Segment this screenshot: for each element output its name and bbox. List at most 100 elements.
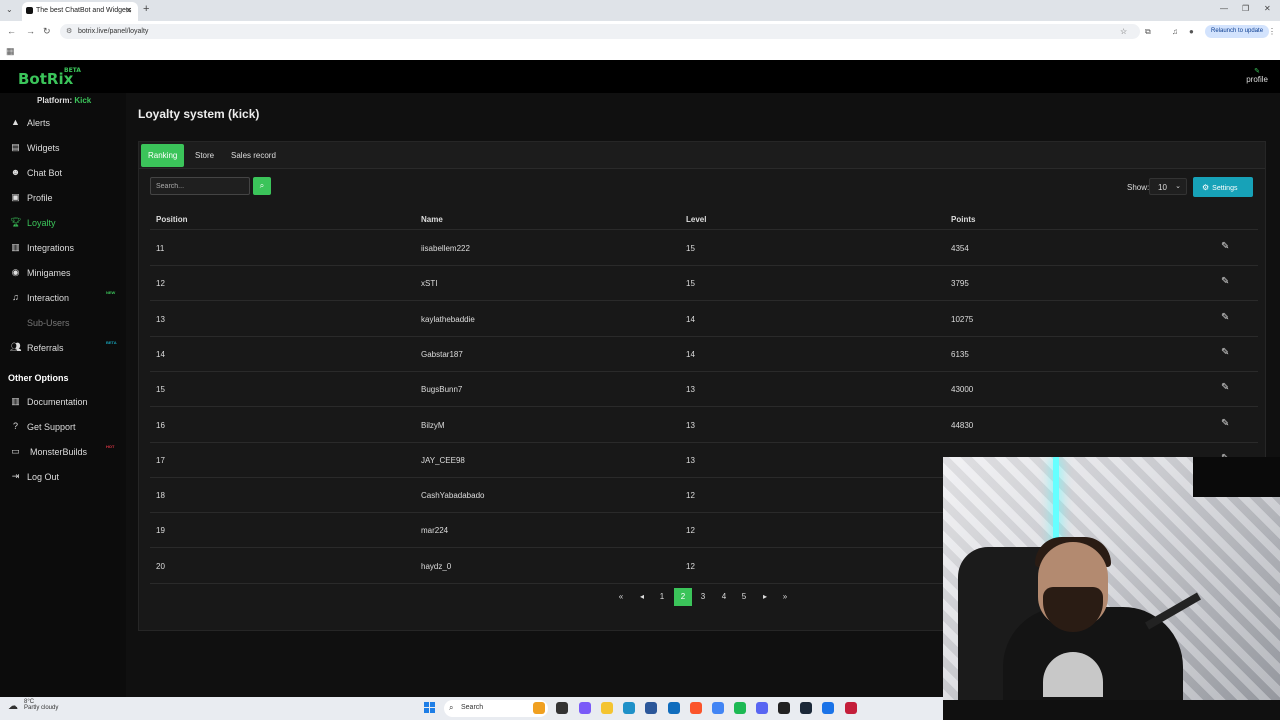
show-label: Show: <box>1127 183 1150 192</box>
settings-label: Settings <box>1212 185 1238 192</box>
cell-position: 12 <box>156 279 165 289</box>
page-5[interactable]: 5 <box>735 588 753 606</box>
browser-menu-icon[interactable]: ⋮ <box>1268 27 1276 36</box>
edit-pencil-icon[interactable]: ✎ <box>1221 347 1229 358</box>
start-icon[interactable] <box>424 702 436 714</box>
edit-pencil-icon[interactable]: ✎ <box>1221 276 1229 287</box>
obs-icon[interactable] <box>778 702 790 714</box>
app-icon[interactable] <box>822 702 834 714</box>
platform-label: Platform: <box>37 96 73 105</box>
cell-name: mar224 <box>421 526 449 536</box>
close-tab-icon[interactable]: ✕ <box>125 6 132 15</box>
sidebar-item-label: Log Out <box>27 472 60 482</box>
chevron-down-icon: ⌄ <box>1175 183 1181 190</box>
col-name[interactable]: Name <box>421 215 443 224</box>
tab-search-icon[interactable]: ⌄ <box>6 5 13 14</box>
forward-icon[interactable]: → <box>26 26 35 36</box>
sidebar-item-log-out[interactable]: ⇥ Log Out <box>0 469 126 487</box>
sidebar-item-sub-users[interactable]: Sub-Users <box>0 315 126 333</box>
cell-name: iisabellem222 <box>421 244 470 253</box>
sidebar-item-chat-bot[interactable]: ☻ Chat Bot <box>0 165 126 183</box>
first-page-icon[interactable]: « <box>612 588 630 606</box>
other-options-heading: Other Options <box>8 373 69 383</box>
page-size-select[interactable]: 10 ⌄ <box>1149 178 1187 195</box>
edit-pencil-icon[interactable]: ✎ <box>1221 241 1229 252</box>
cell-position: 14 <box>156 349 165 359</box>
page-2[interactable]: 2 <box>674 588 692 606</box>
browser-tab-bar: ⌄ The best ChatBot and Widgets ✕ + — ❐ ✕ <box>0 0 1280 21</box>
sidebar-item-integrations[interactable]: ▥ Integrations <box>0 240 126 258</box>
outlook-icon[interactable] <box>668 702 680 714</box>
browser-tab[interactable]: The best ChatBot and Widgets ✕ <box>22 2 138 21</box>
col-points[interactable]: Points <box>951 215 975 224</box>
new-tab-icon[interactable]: + <box>143 3 149 15</box>
sidebar-item-loyalty[interactable]: 🏆︎ Loyalty <box>0 215 126 233</box>
site-info-icon[interactable]: ⚙ <box>66 27 72 35</box>
edit-pencil-icon[interactable]: ✎ <box>1221 418 1229 429</box>
store-icon[interactable] <box>645 702 657 714</box>
next-page-icon[interactable]: ▸ <box>756 588 774 606</box>
tab-sales-record[interactable]: Sales record <box>224 144 283 167</box>
search-input[interactable] <box>150 177 250 195</box>
cell-level: 14 <box>686 314 695 324</box>
discord-icon[interactable] <box>756 702 768 714</box>
brave-icon[interactable] <box>690 702 702 714</box>
maximize-icon[interactable]: ❐ <box>1242 4 1249 13</box>
chrome-icon[interactable] <box>712 702 724 714</box>
beta-badge: BETA <box>106 340 117 345</box>
back-icon[interactable]: ← <box>7 26 16 36</box>
sidebar-item-get-support[interactable]: ? Get Support <box>0 419 126 437</box>
steam-icon[interactable] <box>800 702 812 714</box>
relaunch-button[interactable]: Relaunch to update <box>1205 25 1270 38</box>
prev-page-icon[interactable]: ◂ <box>633 588 651 606</box>
sidebar-item-profile[interactable]: ▣ Profile <box>0 190 126 208</box>
spotify-icon[interactable] <box>734 702 746 714</box>
edit-pencil-icon[interactable]: ✎ <box>1221 382 1229 393</box>
sidebar-item-label: Loyalty <box>27 218 56 228</box>
cell-level: 15 <box>686 279 695 289</box>
avatar-icon[interactable]: ● <box>1189 27 1194 36</box>
minimize-icon[interactable]: — <box>1220 4 1228 13</box>
tab-ranking[interactable]: Ranking <box>141 144 185 167</box>
tab-store[interactable]: Store <box>188 144 221 167</box>
botrix-logo[interactable]: BotRix BETA <box>18 67 81 88</box>
platform-indicator: Platform: Kick <box>37 96 91 105</box>
page-1[interactable]: 1 <box>653 588 671 606</box>
cell-name: JAY_CEE98 <box>421 455 465 465</box>
last-page-icon[interactable]: » <box>776 588 794 606</box>
weather-icon: ☁ <box>8 701 18 712</box>
col-level[interactable]: Level <box>686 215 706 224</box>
bookmark-star-icon[interactable]: ☆ <box>1120 27 1127 36</box>
sidebar-item-widgets[interactable]: ▤ Widgets <box>0 140 126 158</box>
sidebar-item-referrals[interactable]: 👥︎ Referrals BETA <box>0 340 126 358</box>
weather-widget[interactable]: ☁ 8°C Partly cloudy <box>4 699 58 712</box>
widget-app-icon[interactable] <box>533 702 545 714</box>
cell-name: BilzyM <box>421 420 445 430</box>
cell-level: 13 <box>686 455 695 465</box>
reload-icon[interactable]: ↻ <box>43 26 51 37</box>
file-explorer-icon[interactable] <box>601 702 613 714</box>
sidebar-item-documentation[interactable]: ▥ Documentation <box>0 394 126 412</box>
media-icon[interactable]: ♫ <box>1172 27 1178 36</box>
apps-grid-icon[interactable]: ▦ <box>6 46 15 57</box>
edge-icon[interactable] <box>623 702 635 714</box>
sidebar-item-interaction[interactable]: ♫ Interaction NEW <box>0 290 126 308</box>
extensions-icon[interactable]: ⧉ <box>1145 27 1151 37</box>
page-4[interactable]: 4 <box>715 588 733 606</box>
edit-pencil-icon[interactable]: ✎ <box>1221 312 1229 323</box>
task-view-icon[interactable] <box>556 702 568 714</box>
platform-value: Kick <box>74 96 92 105</box>
copilot-icon[interactable] <box>579 702 591 714</box>
app-icon-2[interactable] <box>845 702 857 714</box>
close-window-icon[interactable]: ✕ <box>1264 4 1271 13</box>
profile-link[interactable]: ✎ profile <box>1246 67 1268 84</box>
search-button[interactable]: ⌕ <box>253 177 271 195</box>
sidebar-item-minigames[interactable]: ◉ Minigames <box>0 265 126 283</box>
url-field[interactable]: ⚙ botrix.live/panel/loyalty <box>60 24 1140 39</box>
page-3[interactable]: 3 <box>694 588 712 606</box>
col-position[interactable]: Position <box>156 215 188 224</box>
sidebar-item-monsterbuilds[interactable]: ▭ MonsterBuilds HOT <box>0 444 126 462</box>
settings-button[interactable]: ⚙ Settings <box>1193 177 1253 197</box>
sidebar-item-alerts[interactable]: ▲ Alerts <box>0 115 126 133</box>
gamepad-icon: ◉ <box>11 267 20 277</box>
